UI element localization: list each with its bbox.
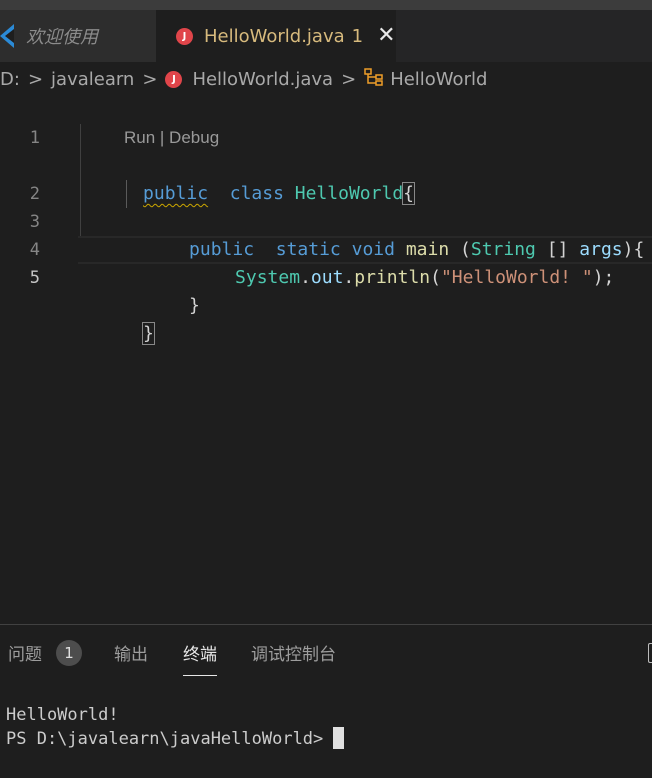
punctuation: . <box>343 267 355 288</box>
tab-java-label: HelloWorld.java <box>204 25 345 47</box>
chevron-right-icon: > <box>341 68 357 90</box>
terminal-output[interactable]: HelloWorld! PS D:\javalearn\javaHelloWor… <box>6 703 345 751</box>
brace: } <box>189 295 200 316</box>
method-name: println <box>354 267 431 288</box>
class-name: System <box>235 267 301 288</box>
code-editor[interactable]: 1 public class HelloWorld{ Run | Debug 2… <box>0 96 652 624</box>
tab-problems[interactable]: 问题 1 <box>8 625 82 680</box>
breadcrumb-symbol[interactable]: HelloWorld <box>390 69 487 90</box>
code-line: 3 System.out.println("HelloWorld! "); <box>0 180 652 288</box>
tab-problem-count: 1 <box>351 25 364 47</box>
editor-tab-bar: 欢迎使用 J HelloWorld.java 1 ✕ <box>0 10 652 62</box>
line-number: 1 <box>29 128 40 148</box>
breadcrumb: D: > javalearn > J HelloWorld.java > Hel… <box>0 62 652 96</box>
code-line: 5 } <box>0 236 652 345</box>
tab-welcome[interactable]: 欢迎使用 <box>0 10 156 62</box>
terminal-cursor <box>333 727 345 749</box>
java-file-icon: J <box>176 27 193 45</box>
punctuation: ); <box>592 267 615 288</box>
tab-problems-label: 问题 <box>8 645 42 665</box>
tab-output[interactable]: 输出 <box>114 625 148 680</box>
tab-output-label: 输出 <box>114 645 148 665</box>
tab-debug-console[interactable]: 调试控制台 <box>251 625 336 680</box>
problems-count-badge: 1 <box>56 639 82 666</box>
tab-debug-console-label: 调试控制台 <box>251 645 336 665</box>
tab-terminal-label: 终端 <box>183 645 217 665</box>
line-number: 5 <box>29 268 40 288</box>
class-symbol-icon <box>364 67 384 91</box>
terminal-line: HelloWorld! <box>6 705 119 725</box>
string-literal: "HelloWorld! " <box>440 267 593 288</box>
tab-welcome-label: 欢迎使用 <box>26 27 98 48</box>
chevron-right-icon: > <box>27 68 44 90</box>
panel-action-icon[interactable] <box>648 643 652 663</box>
java-file-icon: J <box>165 70 183 88</box>
codelens-run-debug[interactable]: Run | Debug <box>124 124 219 152</box>
title-bar-strip <box>0 0 652 10</box>
breadcrumb-folder[interactable]: javalearn <box>51 69 134 90</box>
field-name: out <box>310 267 344 288</box>
close-icon[interactable]: ✕ <box>377 25 395 47</box>
vscode-icon <box>0 24 18 48</box>
punctuation: . <box>300 267 311 288</box>
code-line: 1 public class HelloWorld{ <box>0 96 652 205</box>
code-line: 2 public static void main (String [] arg… <box>0 152 652 260</box>
breadcrumb-drive[interactable]: D: <box>0 69 20 90</box>
brace: } <box>142 322 155 345</box>
tab-terminal[interactable]: 终端 <box>183 625 217 680</box>
bottom-panel: 问题 1 输出 终端 调试控制台 HelloWorld! PS D:\javal… <box>0 625 652 778</box>
terminal-prompt: PS D:\javalearn\javaHelloWorld> <box>6 729 324 749</box>
panel-tabs: 问题 1 输出 终端 调试控制台 <box>0 625 652 680</box>
chevron-right-icon: > <box>142 68 158 90</box>
code-line: 4 } <box>0 208 652 316</box>
breadcrumb-file[interactable]: HelloWorld.java <box>192 69 333 90</box>
punctuation: ( <box>430 267 441 288</box>
tab-helloworld-java[interactable]: J HelloWorld.java 1 ✕ <box>156 10 396 62</box>
